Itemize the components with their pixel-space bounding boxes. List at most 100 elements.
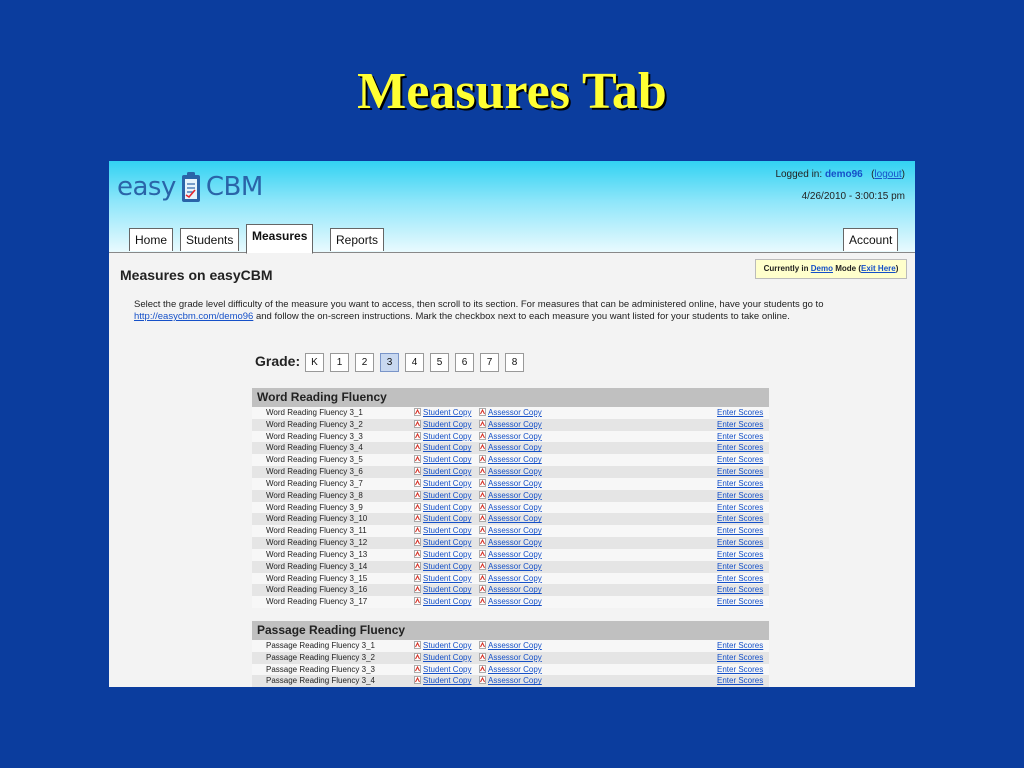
student-copy-label[interactable]: Student Copy	[423, 585, 471, 594]
student-copy-label[interactable]: Student Copy	[423, 503, 471, 512]
assessor-copy-label[interactable]: Assessor Copy	[488, 443, 542, 452]
student-copy-label[interactable]: Student Copy	[423, 550, 471, 559]
student-copy-label[interactable]: Student Copy	[423, 455, 471, 464]
enter-scores-link[interactable]: Enter Scores	[717, 407, 763, 419]
assessor-copy-label[interactable]: Assessor Copy	[488, 676, 542, 685]
enter-scores-link[interactable]: Enter Scores	[717, 466, 763, 478]
student-copy-link[interactable]: Student Copy	[414, 407, 471, 419]
student-copy-link[interactable]: Student Copy	[414, 573, 471, 585]
assessor-copy-link[interactable]: Assessor Copy	[479, 561, 542, 573]
tab-reports[interactable]: Reports	[330, 228, 385, 251]
student-copy-label[interactable]: Student Copy	[423, 526, 471, 535]
student-copy-link[interactable]: Student Copy	[414, 431, 471, 443]
student-copy-label[interactable]: Student Copy	[423, 514, 471, 523]
assessor-copy-label[interactable]: Assessor Copy	[488, 514, 542, 523]
enter-scores-link[interactable]: Enter Scores	[717, 454, 763, 466]
grade-button-1[interactable]: 1	[330, 353, 349, 372]
student-copy-label[interactable]: Student Copy	[423, 665, 471, 674]
grade-button-3[interactable]: 3	[380, 353, 399, 372]
student-copy-link[interactable]: Student Copy	[414, 561, 471, 573]
grade-button-7[interactable]: 7	[480, 353, 499, 372]
assessor-copy-link[interactable]: Assessor Copy	[479, 675, 542, 687]
assessor-copy-link[interactable]: Assessor Copy	[479, 537, 542, 549]
student-copy-label[interactable]: Student Copy	[423, 479, 471, 488]
exit-demo-link[interactable]: Exit Here	[861, 264, 896, 273]
grade-button-6[interactable]: 6	[455, 353, 474, 372]
grade-button-5[interactable]: 5	[430, 353, 449, 372]
enter-scores-link[interactable]: Enter Scores	[717, 431, 763, 443]
assessor-copy-link[interactable]: Assessor Copy	[479, 525, 542, 537]
enter-scores-link[interactable]: Enter Scores	[717, 675, 763, 687]
student-copy-link[interactable]: Student Copy	[414, 549, 471, 561]
enter-scores-link[interactable]: Enter Scores	[717, 525, 763, 537]
assessor-copy-link[interactable]: Assessor Copy	[479, 478, 542, 490]
assessor-copy-link[interactable]: Assessor Copy	[479, 502, 542, 514]
enter-scores-link[interactable]: Enter Scores	[717, 664, 763, 676]
student-copy-label[interactable]: Student Copy	[423, 597, 471, 606]
assessor-copy-link[interactable]: Assessor Copy	[479, 640, 542, 652]
enter-scores-link[interactable]: Enter Scores	[717, 640, 763, 652]
student-copy-label[interactable]: Student Copy	[423, 676, 471, 685]
enter-scores-link[interactable]: Enter Scores	[717, 652, 763, 664]
assessor-copy-link[interactable]: Assessor Copy	[479, 652, 542, 664]
assessor-copy-link[interactable]: Assessor Copy	[479, 664, 542, 676]
easycbm-logo[interactable]: easy CBM	[117, 167, 263, 207]
assessor-copy-label[interactable]: Assessor Copy	[488, 420, 542, 429]
assessor-copy-link[interactable]: Assessor Copy	[479, 573, 542, 585]
assessor-copy-label[interactable]: Assessor Copy	[488, 574, 542, 583]
assessor-copy-link[interactable]: Assessor Copy	[479, 513, 542, 525]
assessor-copy-label[interactable]: Assessor Copy	[488, 562, 542, 571]
grade-button-k[interactable]: K	[305, 353, 324, 372]
student-copy-link[interactable]: Student Copy	[414, 664, 471, 676]
student-copy-link[interactable]: Student Copy	[414, 442, 471, 454]
assessor-copy-label[interactable]: Assessor Copy	[488, 538, 542, 547]
enter-scores-link[interactable]: Enter Scores	[717, 442, 763, 454]
assessor-copy-link[interactable]: Assessor Copy	[479, 454, 542, 466]
assessor-copy-label[interactable]: Assessor Copy	[488, 526, 542, 535]
student-copy-link[interactable]: Student Copy	[414, 596, 471, 608]
assessor-copy-label[interactable]: Assessor Copy	[488, 585, 542, 594]
assessor-copy-label[interactable]: Assessor Copy	[488, 432, 542, 441]
student-copy-label[interactable]: Student Copy	[423, 408, 471, 417]
assessor-copy-label[interactable]: Assessor Copy	[488, 597, 542, 606]
student-copy-label[interactable]: Student Copy	[423, 641, 471, 650]
grade-button-4[interactable]: 4	[405, 353, 424, 372]
enter-scores-link[interactable]: Enter Scores	[717, 561, 763, 573]
student-copy-link[interactable]: Student Copy	[414, 675, 471, 687]
assessor-copy-label[interactable]: Assessor Copy	[488, 665, 542, 674]
student-copy-label[interactable]: Student Copy	[423, 491, 471, 500]
tab-account[interactable]: Account	[843, 228, 899, 251]
enter-scores-link[interactable]: Enter Scores	[717, 549, 763, 561]
assessor-copy-link[interactable]: Assessor Copy	[479, 596, 542, 608]
assessor-copy-link[interactable]: Assessor Copy	[479, 419, 542, 431]
enter-scores-link[interactable]: Enter Scores	[717, 419, 763, 431]
assessor-copy-link[interactable]: Assessor Copy	[479, 549, 542, 561]
student-copy-label[interactable]: Student Copy	[423, 574, 471, 583]
student-copy-label[interactable]: Student Copy	[423, 432, 471, 441]
enter-scores-link[interactable]: Enter Scores	[717, 490, 763, 502]
student-copy-link[interactable]: Student Copy	[414, 640, 471, 652]
tab-measures[interactable]: Measures	[246, 224, 314, 254]
enter-scores-link[interactable]: Enter Scores	[717, 513, 763, 525]
student-copy-label[interactable]: Student Copy	[423, 420, 471, 429]
enter-scores-link[interactable]: Enter Scores	[717, 478, 763, 490]
enter-scores-link[interactable]: Enter Scores	[717, 584, 763, 596]
assessor-copy-label[interactable]: Assessor Copy	[488, 503, 542, 512]
enter-scores-link[interactable]: Enter Scores	[717, 596, 763, 608]
student-copy-label[interactable]: Student Copy	[423, 467, 471, 476]
assessor-copy-link[interactable]: Assessor Copy	[479, 584, 542, 596]
demo-link[interactable]: Demo	[811, 264, 833, 273]
assessor-copy-label[interactable]: Assessor Copy	[488, 653, 542, 662]
assessor-copy-link[interactable]: Assessor Copy	[479, 442, 542, 454]
student-copy-label[interactable]: Student Copy	[423, 562, 471, 571]
assessor-copy-label[interactable]: Assessor Copy	[488, 455, 542, 464]
grade-button-2[interactable]: 2	[355, 353, 374, 372]
assessor-copy-link[interactable]: Assessor Copy	[479, 490, 542, 502]
student-url-link[interactable]: http://easycbm.com/demo96	[134, 311, 253, 322]
student-copy-link[interactable]: Student Copy	[414, 525, 471, 537]
student-copy-link[interactable]: Student Copy	[414, 490, 471, 502]
assessor-copy-label[interactable]: Assessor Copy	[488, 467, 542, 476]
student-copy-link[interactable]: Student Copy	[414, 652, 471, 664]
student-copy-link[interactable]: Student Copy	[414, 513, 471, 525]
assessor-copy-label[interactable]: Assessor Copy	[488, 408, 542, 417]
